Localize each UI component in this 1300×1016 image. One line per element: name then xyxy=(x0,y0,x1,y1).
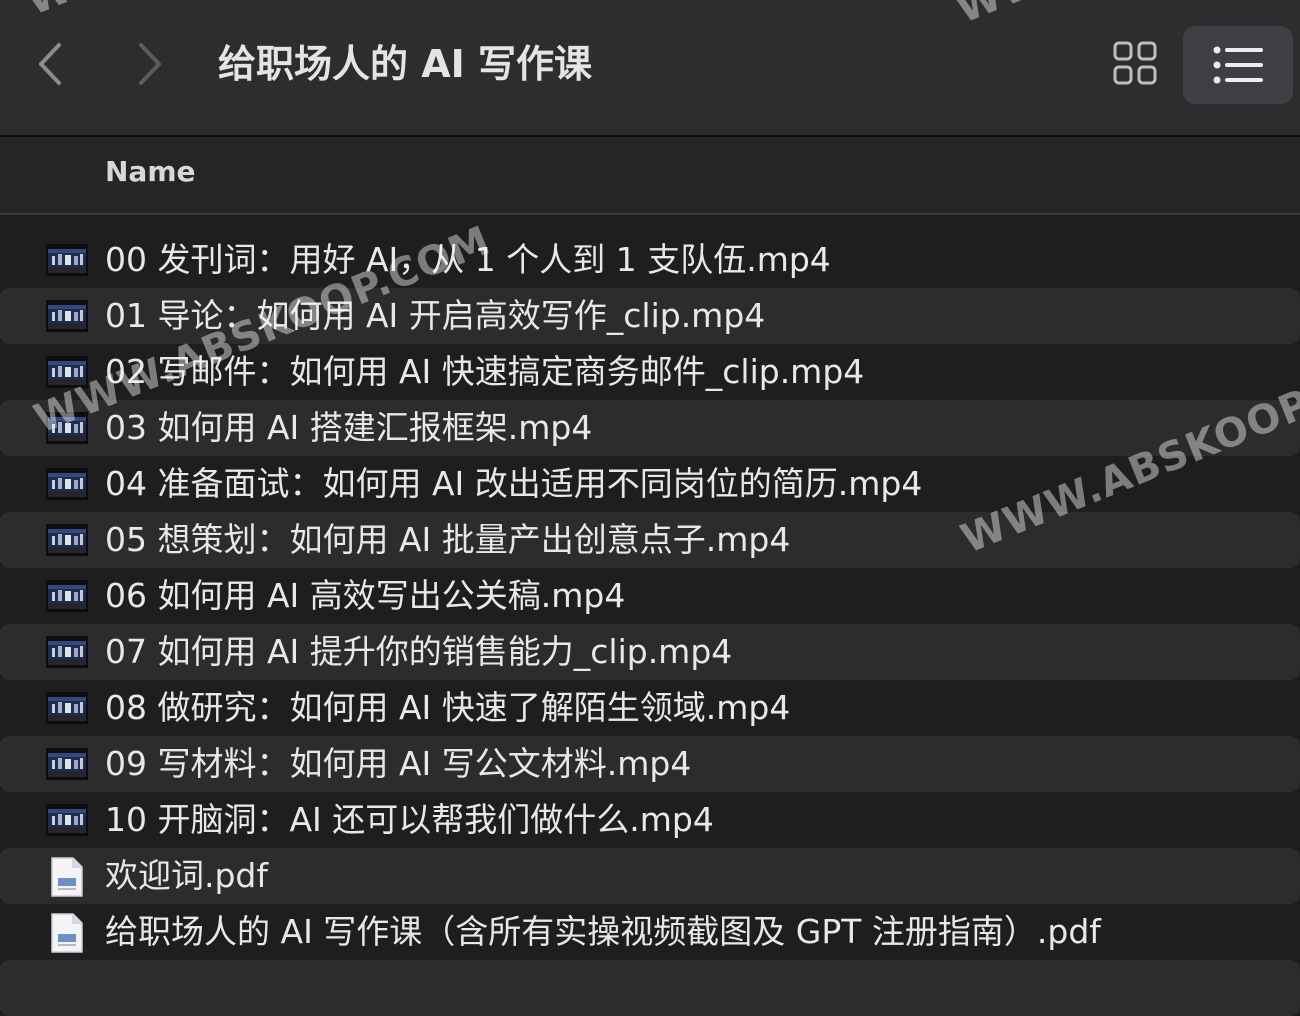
toolbar: 给职场人的 AI 写作课 xyxy=(0,0,1300,137)
file-row[interactable]: 给职场人的 AI 写作课（含所有实操视频截图及 GPT 注册指南）.pdf xyxy=(0,904,1300,960)
video-thumbnail-icon xyxy=(46,412,88,444)
file-name: 04 准备面试：如何用 AI 改出适用不同岗位的简历.mp4 xyxy=(105,464,923,503)
file-row[interactable]: 03 如何用 AI 搭建汇报框架.mp4 xyxy=(0,400,1300,456)
file-name: 给职场人的 AI 写作课（含所有实操视频截图及 GPT 注册指南）.pdf xyxy=(105,912,1101,951)
file-row[interactable]: 00 发刊词：用好 AI，从 1 个人到 1 支队伍.mp4 xyxy=(0,232,1300,288)
file-row[interactable]: 09 写材料：如何用 AI 写公文材料.mp4 xyxy=(0,736,1300,792)
list-view-icon xyxy=(1213,46,1263,84)
file-name: 欢迎词.pdf xyxy=(105,856,269,895)
file-name: 07 如何用 AI 提升你的销售能力_clip.mp4 xyxy=(105,632,733,671)
video-thumbnail-icon xyxy=(46,356,88,388)
empty-row xyxy=(0,960,1300,1016)
file-name: 06 如何用 AI 高效写出公关稿.mp4 xyxy=(105,576,626,615)
pdf-document-icon xyxy=(51,913,83,953)
file-name: 10 开脑洞：AI 还可以帮我们做什么.mp4 xyxy=(105,800,714,839)
grid-view-button[interactable] xyxy=(1104,32,1166,94)
file-name: 05 想策划：如何用 AI 批量产出创意点子.mp4 xyxy=(105,520,791,559)
file-name: 09 写材料：如何用 AI 写公文材料.mp4 xyxy=(105,744,692,783)
video-thumbnail-icon xyxy=(46,300,88,332)
chevron-right-icon xyxy=(139,43,161,85)
video-thumbnail-icon xyxy=(46,580,88,612)
file-name: 01 导论：如何用 AI 开启高效写作_clip.mp4 xyxy=(105,296,766,335)
file-name: 08 做研究：如何用 AI 快速了解陌生领域.mp4 xyxy=(105,688,791,727)
back-button[interactable] xyxy=(30,36,70,92)
video-thumbnail-icon xyxy=(46,468,88,500)
file-row[interactable]: 欢迎词.pdf xyxy=(0,848,1300,904)
column-header: Name xyxy=(0,137,1300,215)
video-thumbnail-icon xyxy=(46,804,88,836)
list-view-button[interactable] xyxy=(1183,26,1293,104)
chevron-left-icon xyxy=(39,43,61,85)
grid-view-icon xyxy=(1113,41,1157,85)
file-name: 00 发刊词：用好 AI，从 1 个人到 1 支队伍.mp4 xyxy=(105,240,831,279)
file-row[interactable]: 01 导论：如何用 AI 开启高效写作_clip.mp4 xyxy=(0,288,1300,344)
video-thumbnail-icon xyxy=(46,524,88,556)
file-name: 02 写邮件：如何用 AI 快速搞定商务邮件_clip.mp4 xyxy=(105,352,865,391)
window-title: 给职场人的 AI 写作课 xyxy=(218,42,593,86)
file-row[interactable]: 02 写邮件：如何用 AI 快速搞定商务邮件_clip.mp4 xyxy=(0,344,1300,400)
file-row[interactable]: 10 开脑洞：AI 还可以帮我们做什么.mp4 xyxy=(0,792,1300,848)
file-row[interactable]: 04 准备面试：如何用 AI 改出适用不同岗位的简历.mp4 xyxy=(0,456,1300,512)
file-row[interactable]: 07 如何用 AI 提升你的销售能力_clip.mp4 xyxy=(0,624,1300,680)
video-thumbnail-icon xyxy=(46,244,88,276)
column-name-header[interactable]: Name xyxy=(105,155,196,188)
file-row[interactable]: 05 想策划：如何用 AI 批量产出创意点子.mp4 xyxy=(0,512,1300,568)
forward-button[interactable] xyxy=(130,36,170,92)
file-list: 00 发刊词：用好 AI，从 1 个人到 1 支队伍.mp4 01 导论：如何用 … xyxy=(0,232,1300,960)
video-thumbnail-icon xyxy=(46,636,88,668)
file-name: 03 如何用 AI 搭建汇报框架.mp4 xyxy=(105,408,593,447)
pdf-document-icon xyxy=(51,857,83,897)
video-thumbnail-icon xyxy=(46,692,88,724)
file-row[interactable]: 06 如何用 AI 高效写出公关稿.mp4 xyxy=(0,568,1300,624)
file-row[interactable]: 08 做研究：如何用 AI 快速了解陌生领域.mp4 xyxy=(0,680,1300,736)
video-thumbnail-icon xyxy=(46,748,88,780)
